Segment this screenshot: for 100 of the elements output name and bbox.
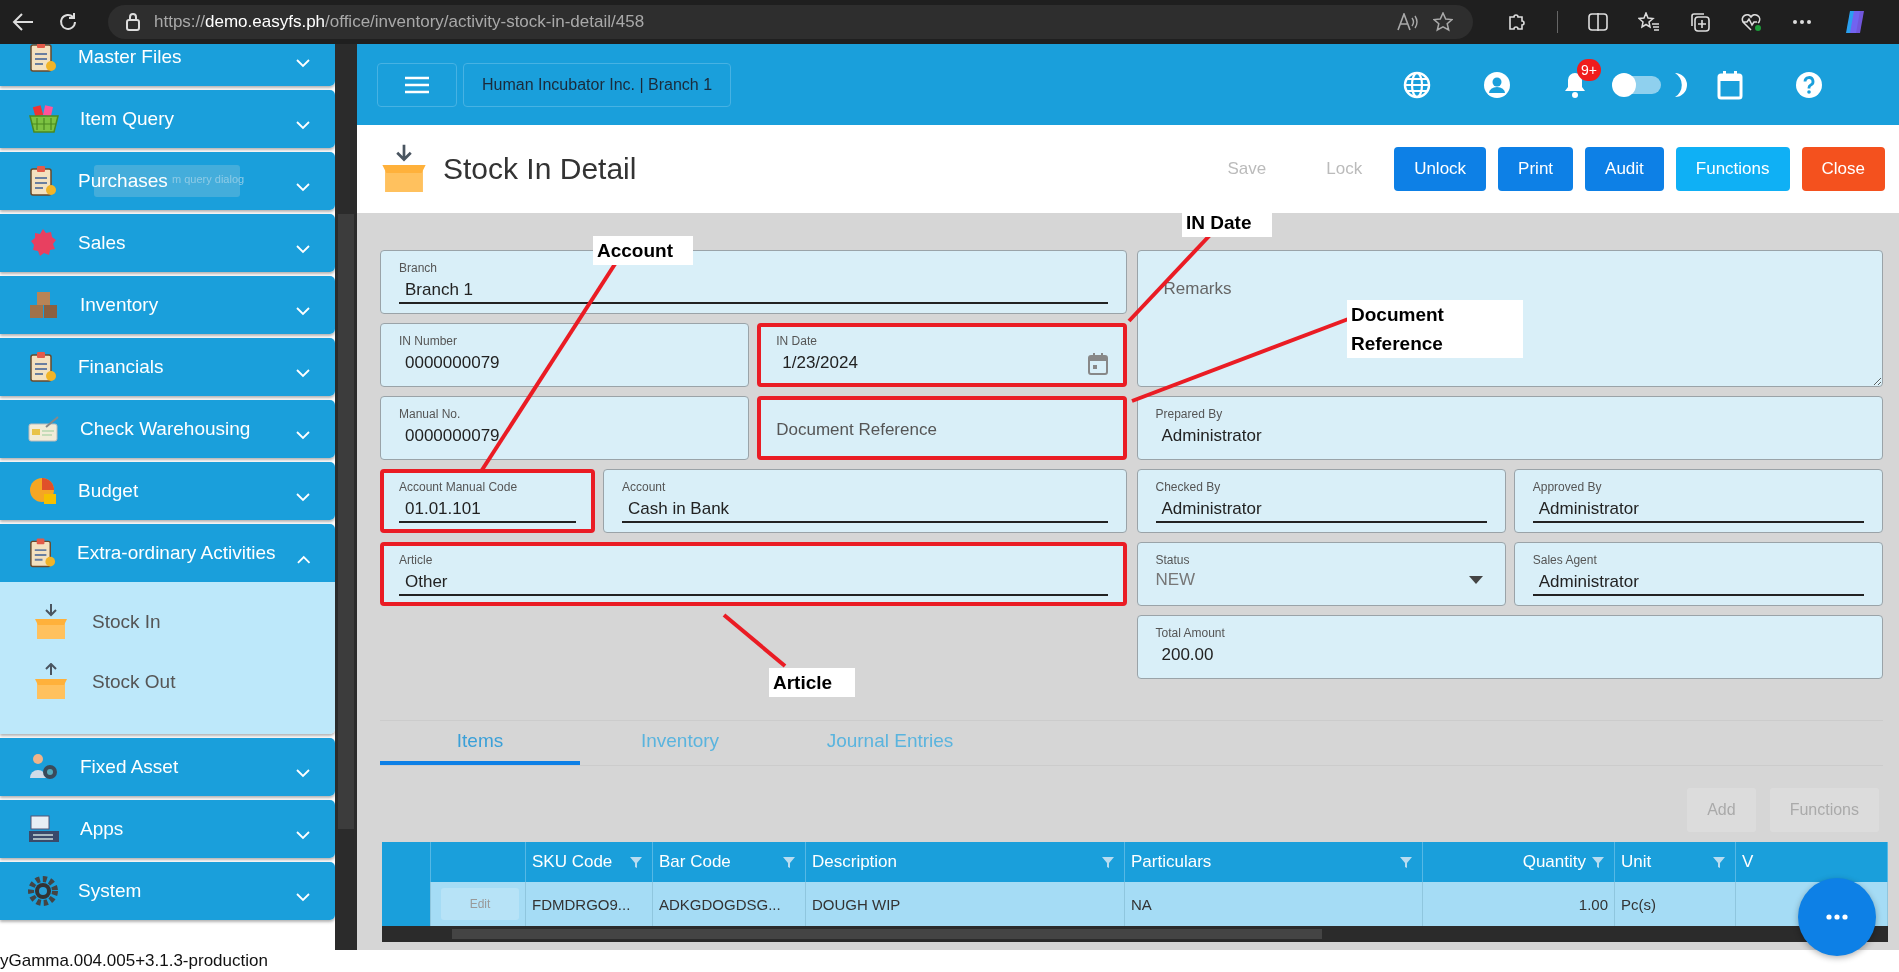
address-bar[interactable]: https://demo.easyfs.ph/office/inventory/activity-stock-in-detail/458 [108, 5, 1473, 39]
star-icon[interactable] [1433, 12, 1453, 32]
text-field[interactable]: Manual No. 0000000079 [380, 396, 750, 460]
text-field[interactable]: Total Amount 200.00 [1136, 615, 1883, 679]
read-aloud-icon[interactable] [1397, 13, 1419, 31]
sidebar-item[interactable]: Fixed Asset [0, 738, 335, 796]
clipboard-icon [28, 351, 58, 383]
sidebar-item[interactable]: Sales [0, 214, 335, 272]
help-icon[interactable] [1795, 70, 1823, 99]
sidebar-item[interactable]: System [0, 862, 335, 920]
action-button[interactable]: Unlock [1394, 147, 1487, 191]
back-icon[interactable] [12, 12, 34, 32]
filter-icon[interactable] [1400, 856, 1412, 868]
sidebar-item[interactable]: Financials [0, 338, 335, 396]
sale-tag-icon [28, 228, 58, 258]
filter-icon[interactable] [1102, 856, 1114, 868]
table-cell: Pc(s) [1621, 895, 1656, 913]
sidebar-item[interactable]: Budget [0, 462, 335, 520]
check-card-icon [28, 415, 60, 443]
chevron-down-icon [295, 58, 311, 68]
split-screen-icon[interactable] [1588, 12, 1608, 32]
leader-line [722, 613, 787, 668]
box-arrow-down-icon [381, 143, 427, 195]
box-arrow-down-icon [34, 603, 68, 641]
table-cell: ADKGDOGDSG... [659, 895, 781, 913]
text-field[interactable]: Sales Agent Administrator [1513, 542, 1883, 606]
chevron-down-icon [295, 182, 311, 192]
lock-icon [126, 13, 140, 31]
action-button[interactable]: Functions [1675, 147, 1790, 191]
text-field[interactable]: Account Cash in Bank [603, 469, 1127, 533]
menu-icon [405, 75, 429, 94]
sidebar-item[interactable]: Extra-ordinary Activities [0, 524, 335, 582]
more-icon[interactable] [1792, 19, 1812, 25]
chevron-up-icon [295, 554, 311, 564]
action-button[interactable]: Close [1801, 147, 1885, 191]
puzzle-icon[interactable] [1507, 12, 1527, 32]
status-dropdown[interactable]: Status NEW [1136, 542, 1506, 606]
filter-icon[interactable] [630, 856, 642, 868]
sidebar-item[interactable]: Check Warehousing [0, 400, 335, 458]
table-cell: 1.00 [1578, 895, 1608, 913]
table-cell: FDMDRGO9... [532, 895, 631, 913]
scrollbar-thumb[interactable] [452, 929, 1322, 939]
favorites-icon[interactable] [1638, 12, 1660, 32]
more-icon [1826, 914, 1848, 920]
annotation-label: Account [593, 236, 693, 265]
menu-button[interactable] [377, 62, 457, 107]
tooltip-text: m query dialog [172, 173, 245, 185]
chevron-down-icon [295, 430, 311, 440]
submenu-item[interactable]: Stock In [0, 602, 335, 642]
text-field[interactable]: Checked By Administrator [1136, 469, 1506, 533]
text-field[interactable]: Article Other [380, 542, 1127, 606]
basket-icon [28, 104, 60, 134]
notification-badge: 9+ [1577, 58, 1601, 81]
refresh-icon[interactable] [58, 12, 78, 32]
filter-icon[interactable] [1592, 856, 1604, 868]
person-gear-icon [28, 752, 60, 782]
user-icon[interactable] [1483, 70, 1511, 99]
filter-icon[interactable] [1713, 856, 1725, 868]
clipboard-icon [28, 44, 58, 73]
text-field[interactable]: Account Manual Code 01.01.101 [380, 469, 595, 533]
clipboard-icon [28, 537, 57, 569]
pie-chart-icon [28, 476, 58, 506]
globe-icon[interactable] [1403, 70, 1431, 99]
sidebar-item[interactable]: Item Query [0, 90, 335, 148]
heartbeat-icon[interactable] [1740, 12, 1762, 32]
sidebar-item[interactable]: Apps [0, 800, 335, 858]
url-text: https://demo.easyfs.ph/office/inventory/activity-stock-in-detail/458 [154, 12, 645, 32]
sidebar-item[interactable]: Inventory [0, 276, 335, 334]
filter-icon[interactable] [783, 856, 795, 868]
annotation-label: Document Reference [1347, 300, 1523, 358]
tab[interactable]: Journal Entries [780, 721, 1000, 765]
table-cell: DOUGH WIP [812, 895, 901, 913]
chevron-down-icon [295, 892, 311, 902]
sidebar-item[interactable]: Master Files [0, 44, 335, 86]
sidebar-item[interactable]: Purchases m query dialog [0, 152, 335, 210]
box-arrow-up-icon [34, 663, 68, 701]
reference-field[interactable]: Document Reference [757, 396, 1127, 460]
text-field[interactable]: IN Number 0000000079 [380, 323, 750, 387]
tab[interactable]: Inventory [580, 721, 780, 765]
submenu-item[interactable]: Stock Out [0, 662, 335, 702]
gear-icon [28, 876, 58, 906]
caret-icon [1468, 576, 1483, 584]
table-cell: NA [1131, 895, 1152, 913]
clipboard-icon [28, 165, 58, 197]
text-field[interactable]: Approved By Administrator [1513, 469, 1883, 533]
theme-toggle[interactable] [1615, 75, 1661, 94]
chevron-down-icon [295, 306, 311, 316]
chevron-down-icon [295, 830, 311, 840]
company-branch-label[interactable]: Human Incubator Inc. | Branch 1 [463, 62, 732, 107]
date-field[interactable]: IN Date 1/23/2024 [757, 323, 1127, 387]
page-title: Stock In Detail [443, 152, 637, 186]
calendar-icon[interactable] [1087, 353, 1108, 375]
action-button[interactable]: Print [1498, 147, 1574, 191]
calendar-icon[interactable] [1717, 69, 1743, 100]
tab[interactable]: Items [380, 721, 580, 765]
action-button[interactable]: Audit [1585, 147, 1664, 191]
text-field[interactable]: Prepared By Administrator [1136, 396, 1883, 460]
chevron-down-icon [295, 120, 311, 130]
chevron-down-icon [295, 244, 311, 254]
collections-icon[interactable] [1690, 12, 1710, 32]
